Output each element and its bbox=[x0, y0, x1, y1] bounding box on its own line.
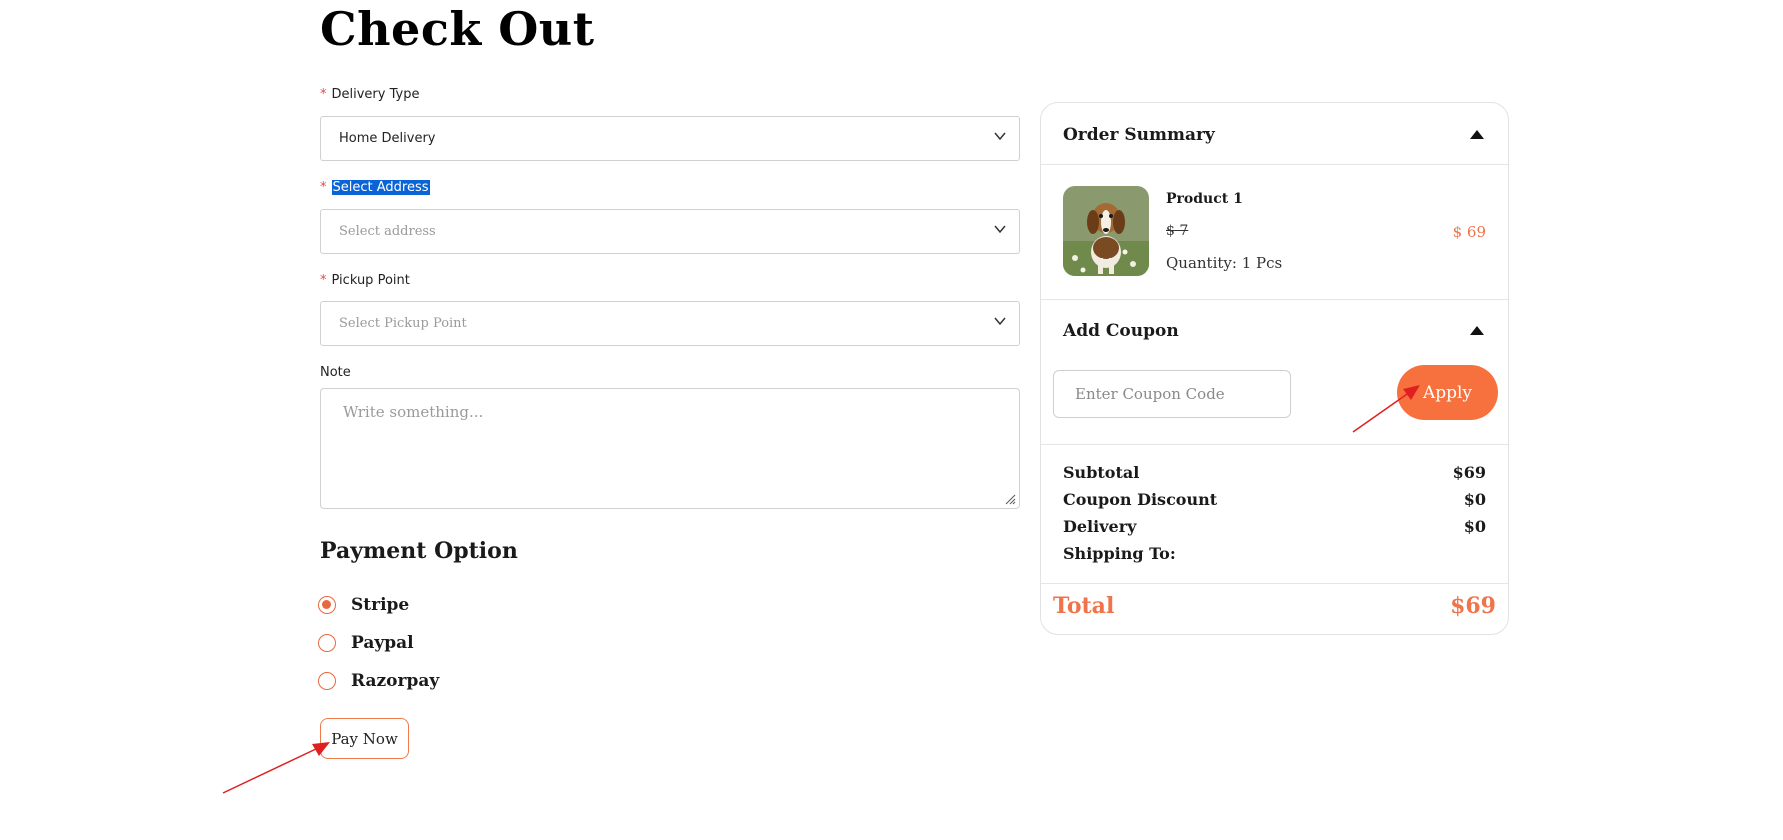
pickup-point-label: * Pickup Point bbox=[320, 273, 410, 288]
radio-unchecked-icon[interactable] bbox=[318, 634, 336, 652]
product-old-price: $ 7 bbox=[1166, 223, 1189, 239]
shipping-to-label: Shipping To: bbox=[1063, 544, 1176, 563]
product-price: $ 69 bbox=[1452, 223, 1486, 241]
chevron-down-icon bbox=[994, 132, 1006, 141]
delivery-type-label: * Delivery Type bbox=[320, 87, 419, 102]
page-title: Check Out bbox=[320, 2, 595, 56]
caret-up-icon[interactable] bbox=[1470, 326, 1484, 335]
product-image bbox=[1063, 186, 1149, 276]
payment-option-label: Paypal bbox=[351, 633, 414, 653]
resize-grip-icon[interactable] bbox=[1004, 493, 1016, 505]
coupon-discount-value: $0 bbox=[1463, 490, 1486, 509]
address-select[interactable]: Select address bbox=[320, 209, 1020, 254]
annotation-arrow-icon bbox=[1352, 385, 1420, 433]
pickup-point-select[interactable]: Select Pickup Point bbox=[320, 301, 1020, 346]
note-label: Note bbox=[320, 365, 351, 380]
add-coupon-title: Add Coupon bbox=[1063, 321, 1179, 341]
payment-option-label: Stripe bbox=[351, 595, 410, 615]
chevron-down-icon bbox=[994, 225, 1006, 234]
product-name: Product 1 bbox=[1166, 191, 1243, 207]
payment-option-title: Payment Option bbox=[320, 538, 518, 564]
coupon-discount-label: Coupon Discount bbox=[1063, 490, 1218, 509]
note-textarea[interactable]: Write something... bbox=[320, 388, 1020, 509]
payment-option-razorpay[interactable]: Razorpay bbox=[318, 671, 439, 691]
delivery-type-select[interactable]: Home Delivery bbox=[320, 116, 1020, 161]
caret-up-icon[interactable] bbox=[1470, 130, 1484, 139]
required-mark: * bbox=[320, 87, 327, 102]
order-summary-title: Order Summary bbox=[1063, 125, 1215, 145]
address-label: * Select Address bbox=[320, 180, 430, 195]
coupon-placeholder: Enter Coupon Code bbox=[1075, 385, 1225, 403]
chevron-down-icon bbox=[994, 317, 1006, 326]
divider bbox=[1041, 444, 1508, 445]
annotation-arrow-icon bbox=[222, 742, 330, 794]
address-label-text: Select Address bbox=[331, 180, 430, 195]
total-label: Total bbox=[1053, 593, 1115, 619]
required-mark: * bbox=[320, 180, 327, 195]
payment-option-label: Razorpay bbox=[351, 671, 440, 691]
delivery-value: $0 bbox=[1463, 517, 1486, 536]
radio-unchecked-icon[interactable] bbox=[318, 672, 336, 690]
address-placeholder: Select address bbox=[339, 224, 436, 239]
pickup-point-label-text: Pickup Point bbox=[331, 273, 410, 288]
divider bbox=[1041, 299, 1508, 300]
divider bbox=[1041, 583, 1508, 584]
radio-checked-icon[interactable] bbox=[318, 596, 336, 614]
delivery-label: Delivery bbox=[1063, 517, 1137, 536]
delivery-type-value: Home Delivery bbox=[339, 131, 436, 146]
coupon-code-input[interactable]: Enter Coupon Code bbox=[1053, 370, 1291, 418]
subtotal-value: $69 bbox=[1452, 463, 1486, 482]
subtotal-label: Subtotal bbox=[1063, 463, 1140, 482]
total-value: $69 bbox=[1450, 593, 1496, 619]
pickup-point-placeholder: Select Pickup Point bbox=[339, 316, 467, 331]
payment-option-stripe[interactable]: Stripe bbox=[318, 595, 409, 615]
product-quantity: Quantity: 1 Pcs bbox=[1166, 254, 1283, 272]
delivery-type-label-text: Delivery Type bbox=[331, 87, 420, 102]
divider bbox=[1041, 164, 1508, 165]
order-summary-card: Order Summary Product 1 $ 7 $ 69 Quantit… bbox=[1040, 102, 1509, 635]
payment-option-paypal[interactable]: Paypal bbox=[318, 633, 414, 653]
note-placeholder: Write something... bbox=[343, 403, 484, 421]
required-mark: * bbox=[320, 273, 327, 288]
